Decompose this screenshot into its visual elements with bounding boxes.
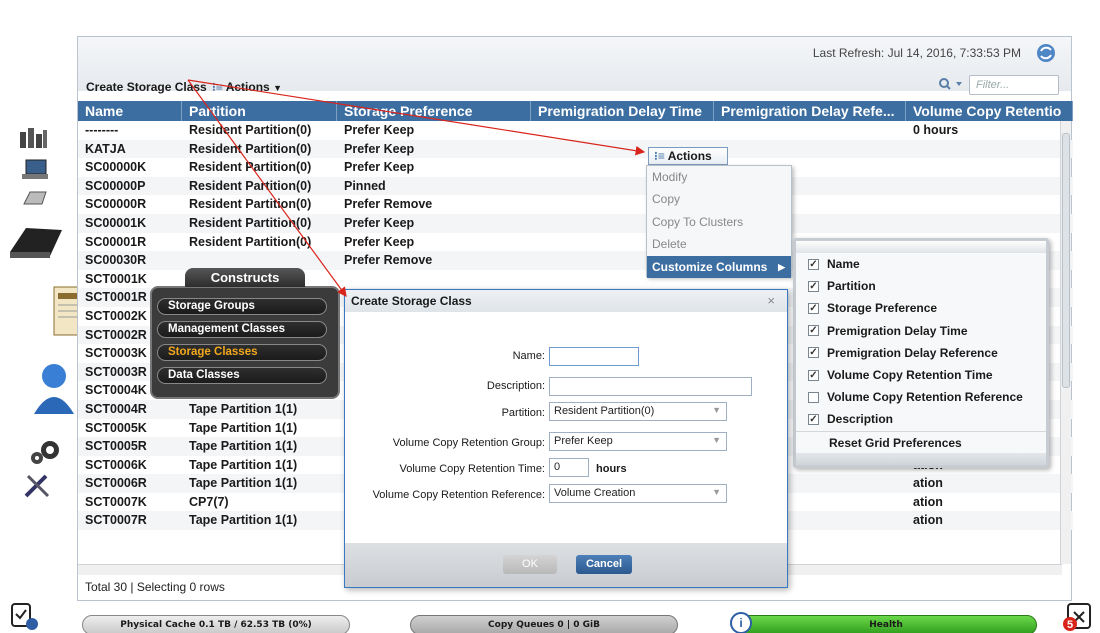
arrow-to-actions-menu xyxy=(187,79,646,156)
arrow-to-create-dialog xyxy=(187,79,347,297)
annotation-arrows xyxy=(187,79,646,297)
physical-cache-status[interactable]: Physical Cache 0.1 TB / 62.53 TB (0%) xyxy=(82,615,350,633)
alert-count-badge: 5 xyxy=(1066,619,1074,631)
info-icon[interactable]: i xyxy=(730,612,752,633)
copy-queues-status[interactable]: Copy Queues 0 | 0 GiB xyxy=(410,615,678,633)
health-status[interactable]: Health xyxy=(735,615,1037,633)
